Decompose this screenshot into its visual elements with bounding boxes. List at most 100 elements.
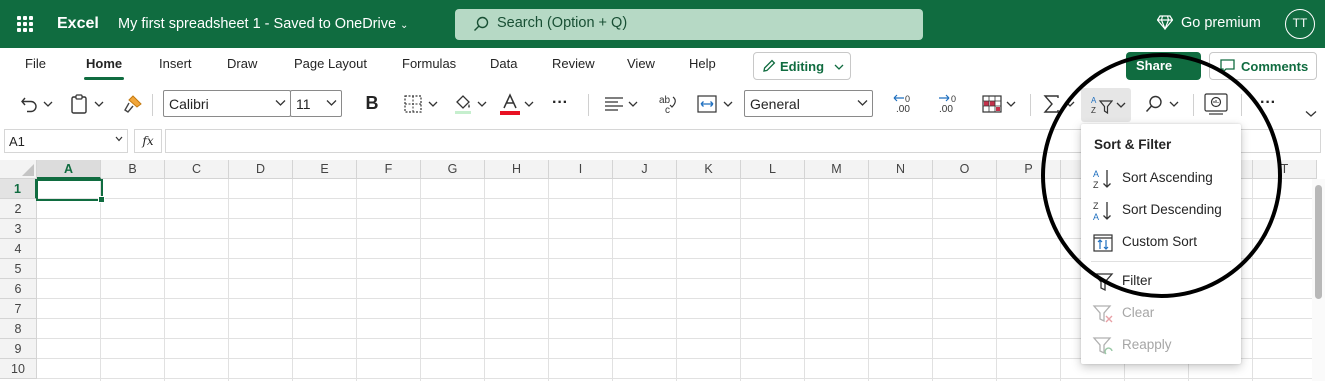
column-header-e[interactable]: E [293, 160, 357, 179]
more-font-options-button[interactable]: ··· [548, 90, 572, 118]
row-header-8[interactable]: 8 [0, 319, 37, 339]
share-label: Share [1136, 58, 1173, 73]
fill-color-button[interactable] [451, 90, 489, 118]
find-button[interactable] [1143, 90, 1183, 118]
tab-help[interactable]: Help [689, 56, 716, 71]
comment-icon [1220, 59, 1235, 74]
font-color-icon [500, 93, 520, 115]
svg-text:Z: Z [1093, 180, 1099, 190]
reapply-filter-menu-item[interactable]: Reapply [1081, 329, 1241, 361]
column-header-g[interactable]: G [421, 160, 485, 179]
tab-draw[interactable]: Draw [227, 56, 257, 71]
merge-cells-button[interactable] [695, 90, 735, 118]
column-header-i[interactable]: I [549, 160, 613, 179]
sort-filter-button[interactable]: AZ [1081, 88, 1131, 122]
comments-button[interactable]: Comments [1209, 52, 1317, 80]
tab-formulas[interactable]: Formulas [402, 56, 456, 71]
analyze-data-button[interactable] [1203, 90, 1229, 118]
column-header-c[interactable]: C [165, 160, 229, 179]
tab-data[interactable]: Data [490, 56, 517, 71]
vertical-scrollbar[interactable] [1312, 179, 1325, 381]
row-header-5[interactable]: 5 [0, 259, 37, 279]
column-header-h[interactable]: H [485, 160, 549, 179]
column-header-n[interactable]: N [869, 160, 933, 179]
app-name[interactable]: Excel [57, 15, 99, 33]
search-input[interactable]: Search (Option + Q) [455, 9, 923, 40]
menu-title: Sort & Filter [1094, 137, 1172, 152]
chevron-down-icon [1169, 101, 1179, 107]
app-launcher-icon[interactable] [17, 16, 33, 32]
select-all-corner[interactable] [0, 160, 37, 179]
more-options-button[interactable]: ··· [1256, 90, 1280, 118]
increase-decimal-button[interactable]: .00 0 [892, 90, 918, 118]
scrollbar-thumb[interactable] [1315, 185, 1322, 299]
borders-button[interactable] [402, 90, 440, 118]
borders-icon [404, 95, 422, 113]
format-painter-button[interactable] [120, 90, 144, 118]
name-box[interactable]: A1 [4, 129, 128, 153]
wrap-text-button[interactable]: ab c [655, 90, 681, 118]
go-premium-button[interactable]: Go premium [1156, 15, 1261, 31]
insert-function-button[interactable]: fx [134, 129, 162, 153]
tab-page-layout[interactable]: Page Layout [294, 56, 367, 71]
column-header-f[interactable]: F [357, 160, 421, 179]
column-header-m[interactable]: M [805, 160, 869, 179]
sort-descending-menu-item[interactable]: ZA Sort Descending [1081, 194, 1241, 226]
editing-mode-button[interactable]: Editing [753, 52, 851, 80]
tab-review[interactable]: Review [552, 56, 595, 71]
tab-view[interactable]: View [627, 56, 655, 71]
autosum-button[interactable] [1041, 90, 1079, 118]
column-header-o[interactable]: O [933, 160, 997, 179]
row-header-2[interactable]: 2 [0, 199, 37, 219]
tab-insert[interactable]: Insert [159, 56, 192, 71]
share-button[interactable]: Share [1126, 52, 1201, 80]
font-name-dropdown[interactable]: Calibri [163, 90, 291, 117]
filter-menu-item[interactable]: Filter [1081, 265, 1241, 297]
chevron-down-icon [94, 101, 104, 107]
row-header-3[interactable]: 3 [0, 219, 37, 239]
column-header-b[interactable]: B [101, 160, 165, 179]
sort-ascending-menu-item[interactable]: AZ Sort Ascending [1081, 162, 1241, 194]
tab-home[interactable]: Home [83, 56, 125, 80]
chevron-down-icon [834, 64, 844, 70]
tab-file[interactable]: File [25, 56, 46, 71]
row-header-7[interactable]: 7 [0, 299, 37, 319]
conditional-formatting-button[interactable] [980, 90, 1018, 118]
row-header-1[interactable]: 1 [0, 179, 37, 199]
svg-text:Z: Z [1091, 106, 1096, 115]
column-header-k[interactable]: K [677, 160, 741, 179]
row-header-9[interactable]: 9 [0, 339, 37, 359]
column-header-p[interactable]: P [997, 160, 1061, 179]
paste-button[interactable] [68, 90, 108, 118]
bold-button[interactable]: B [360, 90, 384, 118]
align-button[interactable] [602, 90, 640, 118]
clear-filter-menu-item[interactable]: Clear [1081, 297, 1241, 329]
active-cell[interactable] [36, 179, 105, 203]
menu-divider [1091, 261, 1231, 262]
chevron-down-icon [428, 101, 438, 107]
column-header-j[interactable]: J [613, 160, 677, 179]
row-header-10[interactable]: 10 [0, 359, 37, 379]
custom-sort-menu-item[interactable]: Custom Sort [1081, 226, 1241, 258]
decrease-decimal-button[interactable]: 0.00 [935, 90, 961, 118]
undo-button[interactable] [18, 90, 54, 118]
column-header-t[interactable]: T [1253, 160, 1317, 179]
toolbar-divider [1241, 94, 1242, 116]
column-header-a[interactable]: A [37, 160, 101, 179]
avatar[interactable]: TT [1285, 9, 1315, 39]
row-header-6[interactable]: 6 [0, 279, 37, 299]
chevron-down-icon [326, 100, 337, 106]
chevron-down-icon [1116, 102, 1126, 108]
chevron-down-icon: ⌄ [400, 20, 409, 31]
column-header-d[interactable]: D [229, 160, 293, 179]
number-format-dropdown[interactable]: General [744, 90, 873, 117]
svg-text:c: c [665, 105, 670, 115]
sort-filter-icon: AZ [1091, 96, 1113, 115]
row-header-4[interactable]: 4 [0, 239, 37, 259]
font-size-dropdown[interactable]: 11 [290, 90, 342, 117]
column-header-l[interactable]: L [741, 160, 805, 179]
chevron-down-icon [1006, 101, 1016, 107]
font-color-button[interactable] [498, 90, 536, 118]
document-title[interactable]: My first spreadsheet 1 - Saved to OneDri… [118, 16, 408, 32]
expand-ribbon-button[interactable] [1303, 104, 1319, 120]
